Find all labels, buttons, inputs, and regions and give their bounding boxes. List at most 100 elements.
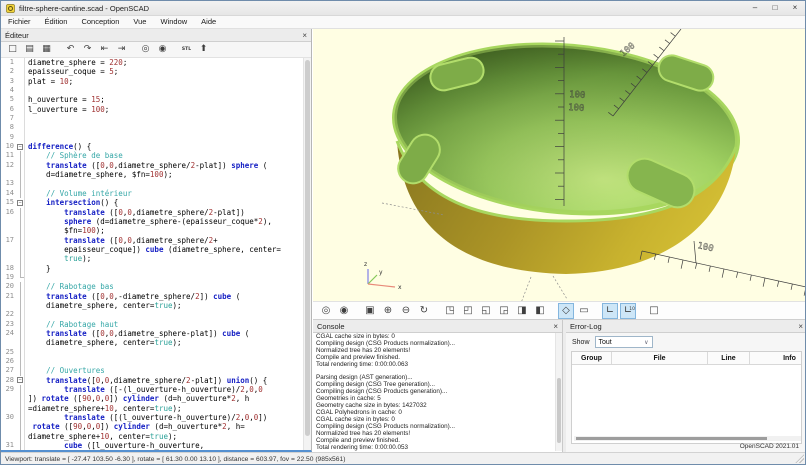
code-row[interactable]: 24 translate ([0,0,diametre_sphere-plat]…	[1, 329, 311, 338]
code-row[interactable]: 23 // Rabotage haut	[1, 320, 311, 329]
render-button[interactable]: ◉	[336, 303, 352, 319]
openscad-logo	[6, 4, 15, 13]
indent-button[interactable]: ⇥	[114, 43, 129, 57]
code-row[interactable]: ]) rotate ([90,0,0]) cylinder (d=h_ouver…	[1, 394, 311, 403]
code-row[interactable]: diametre_sphere, center=true);	[1, 301, 311, 310]
console-scrollbar[interactable]	[555, 333, 562, 451]
open-file-button[interactable]: ▤	[22, 43, 37, 57]
console-close-icon[interactable]: ×	[553, 322, 558, 331]
code-row[interactable]: 27 // Ouvertures	[1, 366, 311, 375]
title-bar[interactable]: filtre-sphere-cantine.scad - OpenSCAD – …	[1, 1, 805, 16]
code-row[interactable]: 5h_ouverture = 15;	[1, 95, 311, 104]
maximize-button[interactable]: □	[765, 1, 785, 15]
code-row[interactable]: 16 translate ([0,0,diametre_sphere/2-pla…	[1, 208, 311, 217]
view-all-button[interactable]: ▣	[362, 303, 378, 319]
view-top-button[interactable]: ◰	[460, 303, 476, 319]
error-column-info[interactable]: Info	[750, 352, 802, 364]
save-file-button[interactable]: ▦	[39, 43, 54, 57]
code-row[interactable]: 17 translate ([0,0,diametre_sphere/2+↩	[1, 236, 311, 245]
code-row[interactable]: 29 translate ([-(l_ouverture-h_ouverture…	[1, 385, 311, 394]
render-button[interactable]: ◉	[155, 43, 170, 57]
menu-fichier[interactable]: Fichier	[1, 16, 38, 28]
code-row[interactable]: rotate ([90,0,0]) cylinder (d=h_ouvertur…	[1, 422, 311, 431]
undo-button[interactable]: ↶	[63, 43, 78, 57]
code-row[interactable]: 14 // Volume intérieur	[1, 189, 311, 198]
error-table-hscrollbar[interactable]	[574, 436, 801, 441]
code-row[interactable]: true);	[1, 254, 311, 263]
code-row[interactable]: 13	[1, 179, 311, 188]
code-row[interactable]: 7	[1, 114, 311, 123]
reset-view-button[interactable]: ↻	[416, 303, 432, 319]
view-bottom-button[interactable]: ◱	[478, 303, 494, 319]
error-column-file[interactable]: File	[612, 352, 708, 364]
code-row[interactable]: 2epaisseur_coque = 5;	[1, 67, 311, 76]
code-row[interactable]: 1diametre_sphere = 220;	[1, 58, 311, 67]
menu-window[interactable]: Window	[153, 16, 194, 28]
error-table-header[interactable]: GroupFileLineInfo	[572, 352, 801, 365]
preview-render-button[interactable]: ◎	[138, 43, 153, 57]
code-row[interactable]: =diametre_sphere+10, center=true);	[1, 404, 311, 413]
editor-close-icon[interactable]: ×	[302, 31, 307, 40]
menu-vue[interactable]: Vue	[126, 16, 153, 28]
resize-grip[interactable]	[795, 454, 804, 463]
code-row[interactable]: 21 translate ([0,0,-diametre_sphere/2]) …	[1, 292, 311, 301]
zoom-out-button[interactable]: ⊖	[398, 303, 414, 319]
menu-aide[interactable]: Aide	[194, 16, 223, 28]
code-row[interactable]: 22	[1, 310, 311, 319]
preview-button[interactable]: ◎	[318, 303, 334, 319]
code-row[interactable]: 8	[1, 123, 311, 132]
error-log-close-icon[interactable]: ×	[798, 322, 803, 331]
code-row[interactable]: 25	[1, 348, 311, 357]
code-row[interactable]: epaisseur_coque]) cube (diametre_sphere,…	[1, 245, 311, 254]
editor-vertical-scrollbar[interactable]	[303, 58, 311, 450]
code-row[interactable]: sphere (d=diametre_sphere-(epaisseur_coq…	[1, 217, 311, 226]
editor-panel-header[interactable]: Éditeur ×	[1, 29, 311, 42]
code-row[interactable]: 10−difference() {	[1, 142, 311, 151]
export-stl-button[interactable]: STL	[179, 43, 194, 57]
code-row[interactable]: 26	[1, 357, 311, 366]
viewport-3d[interactable]: 100 100 100 100 z y x	[313, 29, 806, 301]
print-3d-button[interactable]: ⬆	[196, 43, 211, 57]
code-row[interactable]: 15− intersection() {	[1, 198, 311, 207]
redo-button[interactable]: ↷	[80, 43, 95, 57]
code-row[interactable]: diametre_sphere, center=true);	[1, 338, 311, 347]
error-filter-dropdown[interactable]: Tout ∨	[595, 336, 653, 348]
code-row[interactable]: 6l_ouverture = 100;	[1, 105, 311, 114]
code-row[interactable]: 4	[1, 86, 311, 95]
show-axes-button[interactable]: ∟	[602, 303, 618, 319]
code-row[interactable]: 19	[1, 273, 311, 282]
code-row[interactable]: $fn=100);	[1, 226, 311, 235]
show-crosshairs-button[interactable]: □	[646, 303, 662, 319]
code-row[interactable]: 12 translate ([0,0,diametre_sphere/2-pla…	[1, 161, 311, 170]
code-row[interactable]: 20 // Rabotage bas	[1, 282, 311, 291]
view-front-button[interactable]: ◨	[514, 303, 530, 319]
menu-edition[interactable]: Édition	[38, 16, 75, 28]
perspective-button[interactable]: ◇	[558, 303, 574, 319]
menu-conception[interactable]: Conception	[74, 16, 126, 28]
close-button[interactable]: ×	[785, 1, 805, 15]
view-left-button[interactable]: ◲	[496, 303, 512, 319]
show-scale-markers-button[interactable]: ∟10	[620, 303, 636, 319]
code-row[interactable]: diametre_sphere+10, center=true);	[1, 432, 311, 441]
code-row[interactable]: 9	[1, 133, 311, 142]
code-row[interactable]: 11 // Sphère de base	[1, 151, 311, 160]
error-column-line[interactable]: Line	[708, 352, 750, 364]
unindent-button[interactable]: ⇤	[97, 43, 112, 57]
console-panel-header[interactable]: Console ×	[313, 320, 562, 333]
error-column-group[interactable]: Group	[572, 352, 612, 364]
code-row[interactable]: 28− translate([0,0,diametre_sphere/2-pla…	[1, 376, 311, 385]
code-editor[interactable]: 1diametre_sphere = 220;2epaisseur_coque …	[1, 58, 311, 450]
window-title: filtre-sphere-cantine.scad - OpenSCAD	[19, 4, 149, 13]
error-log-header[interactable]: Error-Log ×	[566, 320, 806, 333]
code-row[interactable]: 3plat = 10;	[1, 77, 311, 86]
zoom-in-button[interactable]: ⊕	[380, 303, 396, 319]
code-row[interactable]: 31 cube ([l_ouverture-h_ouverture,↩	[1, 441, 311, 450]
code-row[interactable]: 18 }	[1, 264, 311, 273]
orthogonal-button[interactable]: ▭	[576, 303, 592, 319]
new-file-button[interactable]: □	[5, 43, 20, 57]
view-right-button[interactable]: ◳	[442, 303, 458, 319]
code-row[interactable]: d=diametre_sphere, $fn=100);	[1, 170, 311, 179]
code-row[interactable]: 30 translate ([(l_ouverture-h_ouverture)…	[1, 413, 311, 422]
view-back-button[interactable]: ◧	[532, 303, 548, 319]
minimize-button[interactable]: –	[745, 1, 765, 15]
